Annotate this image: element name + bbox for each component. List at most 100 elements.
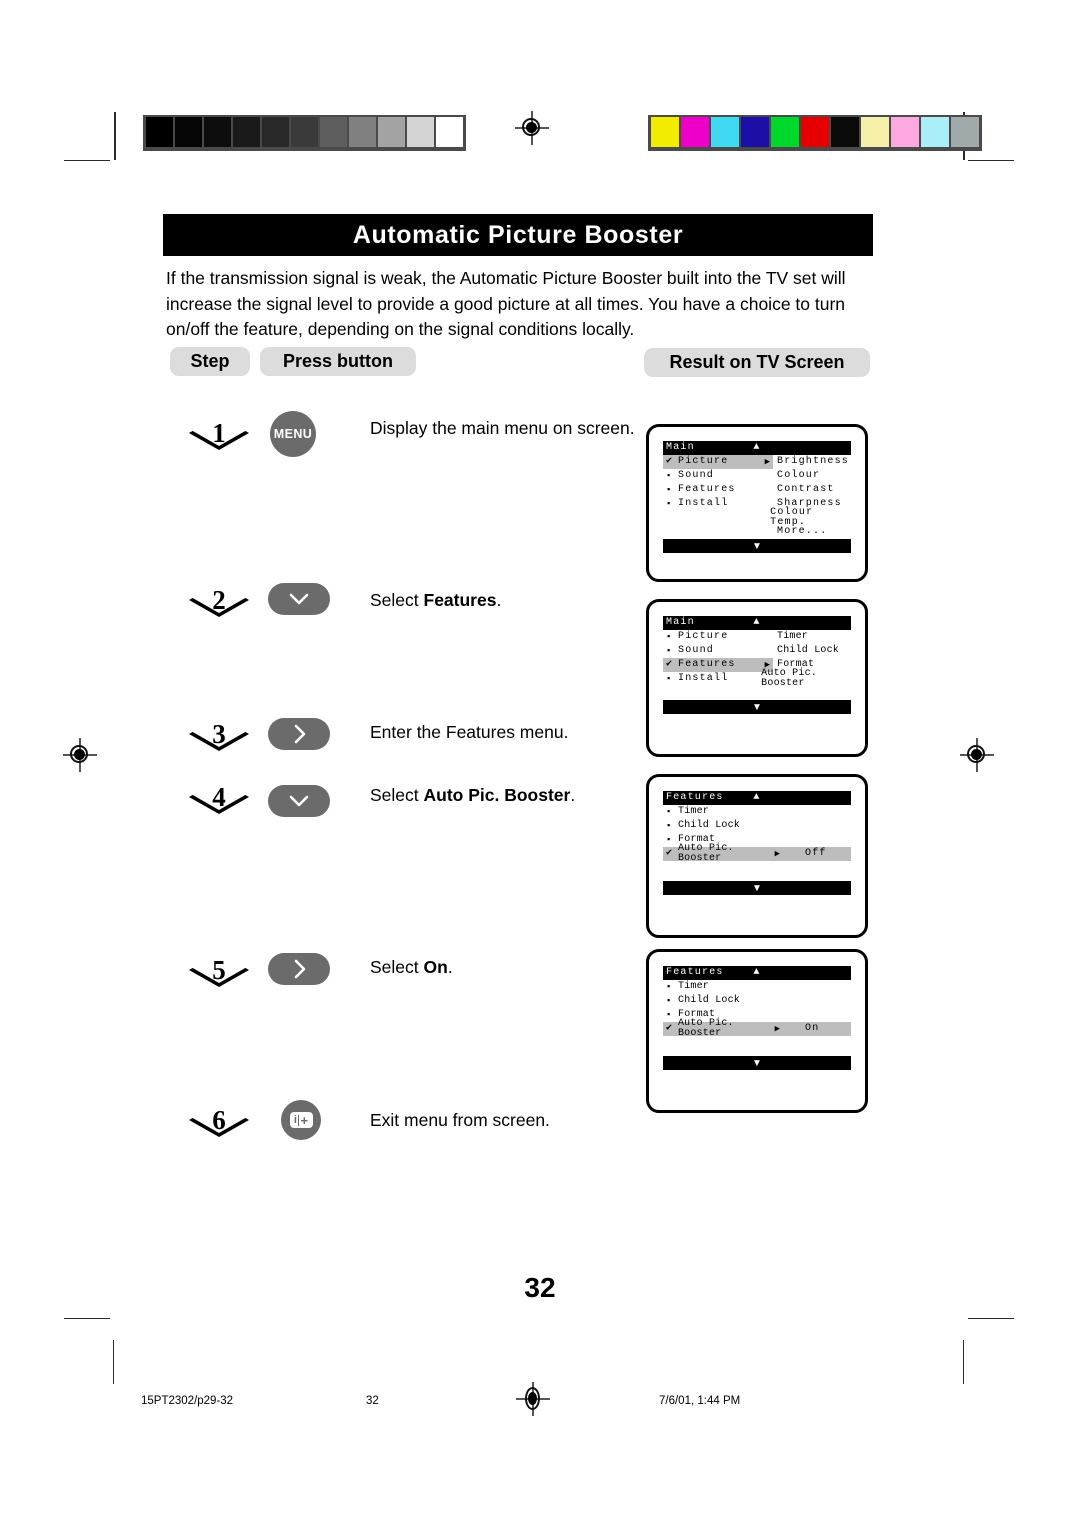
- step-description-suffix: .: [570, 785, 576, 805]
- step-number-badge: 1: [186, 413, 252, 453]
- cursor-right-button[interactable]: [268, 953, 330, 985]
- column-header-press-button: Press button: [260, 347, 416, 376]
- step-description-suffix: .: [496, 590, 502, 610]
- osd-row-label: Picture: [678, 456, 729, 467]
- calibration-swatch: [436, 117, 463, 147]
- calibration-swatch: [861, 117, 889, 147]
- cursor-down-button[interactable]: [268, 583, 330, 615]
- osd-row-left: ▪ Child Lock: [663, 994, 783, 1008]
- osd-row-label: Sound: [678, 470, 715, 481]
- calibration-swatch: [407, 117, 434, 147]
- osd-row[interactable]: ✔ Auto Pic. Booster ▶ On: [663, 1019, 851, 1039]
- osd-row-label: Child Lock: [678, 820, 741, 831]
- osd-row[interactable]: ▪ Timer: [663, 805, 851, 819]
- osd-row-marker-icon: ▪: [666, 807, 672, 817]
- osd-row[interactable]: ✔ Picture ▶ Brightness: [663, 455, 851, 469]
- scroll-up-arrow-icon: ▲: [753, 442, 761, 453]
- footer-timestamp: 7/6/01, 1:44 PM: [659, 1395, 741, 1407]
- osd-row-marker-icon: ▪: [666, 821, 672, 831]
- osd-menu-title: Features: [666, 967, 724, 978]
- osd-row-label: Picture: [678, 631, 729, 642]
- osd-title-bar: Main ▲: [663, 616, 851, 630]
- osd-row[interactable]: ▪ Sound Child Lock: [663, 644, 851, 658]
- calibration-swatch: [801, 117, 829, 147]
- calibration-swatch: [651, 117, 679, 147]
- osd-row-left: ▪ Timer: [663, 980, 783, 994]
- chevron-right-icon: [294, 724, 305, 744]
- step-description-emphasis: Auto Pic. Booster: [423, 785, 571, 805]
- osd-row-marker-icon: ▪: [666, 674, 672, 684]
- step-number: 2: [212, 584, 226, 615]
- calibration-swatch: [711, 117, 739, 147]
- column-header-result: Result on TV Screen: [644, 348, 870, 377]
- page-title-bar: Automatic Picture Booster: [163, 214, 873, 256]
- osd-menu: Features ▲ ▪ Timer ▪ Child Lock ▪ Format ✔ Auto P…: [663, 966, 851, 1039]
- osd-row-label: Auto Pic. Booster: [677, 843, 734, 864]
- osd-row[interactable]: ▪ Install Auto Pic. Booster: [663, 669, 851, 689]
- footer-rule-left: [113, 1340, 114, 1384]
- osd-row-marker-icon: ▪: [666, 499, 672, 509]
- osd-menu: Main ▲ ▪ Picture Timer ▪ Sound Child Lock ✔ Featu…: [663, 616, 851, 689]
- registration-mark-bottom: [516, 1382, 550, 1416]
- osd-row-left: ▪ Features: [663, 483, 773, 497]
- calibration-swatch: [146, 117, 173, 147]
- cursor-right-button[interactable]: [268, 718, 330, 750]
- tv-screen-screen-main-picture: Main ▲ ✔ Picture ▶ Brightness ▪ Sound Colour ▪ Fea…: [646, 424, 868, 582]
- scroll-up-arrow-icon: ▲: [753, 617, 761, 628]
- crop-mark-top-left: [114, 112, 116, 160]
- calibration-swatch: [378, 117, 405, 147]
- calibration-swatch: [891, 117, 919, 147]
- osd-row[interactable]: ▪ Child Lock: [663, 819, 851, 833]
- osd-row[interactable]: ▪ Sound Colour: [663, 469, 851, 483]
- menu-button[interactable]: MENU: [270, 411, 316, 457]
- step-number: 4: [212, 781, 226, 812]
- step-description-text: Exit menu from screen.: [370, 1110, 550, 1130]
- osd-row[interactable]: ✔ Auto Pic. Booster ▶ Off: [663, 843, 851, 864]
- osd-row-left: ✔ Auto Pic. Booster ▶: [663, 843, 783, 864]
- osd-row-marker-icon: ▪: [666, 996, 672, 1006]
- calibration-swatch: [349, 117, 376, 147]
- step-description-text: Select: [370, 785, 424, 805]
- osd-row-left: ✔ Auto Pic. Booster ▶: [663, 1019, 783, 1039]
- calibration-swatch: [175, 117, 202, 147]
- step-description: Enter the Features menu.: [370, 722, 568, 743]
- color-calibration-strip: [648, 115, 982, 151]
- osd-row-left: ▪ Install: [663, 497, 773, 511]
- osd-row[interactable]: ▪ Child Lock: [663, 994, 851, 1008]
- registration-mark-right: [960, 738, 994, 772]
- osd-row-left: ▪ Sound: [663, 644, 773, 658]
- osd-scroll-footer: ▼: [663, 1056, 851, 1070]
- osd-row-left: ▪ Install: [663, 672, 757, 686]
- osd-row-label: Timer: [678, 981, 710, 992]
- exit-info-button[interactable]: i +: [281, 1100, 321, 1140]
- step-description-text: Display the main menu on screen.: [370, 418, 635, 438]
- calibration-swatch: [771, 117, 799, 147]
- osd-row-left: ▪ Child Lock: [663, 819, 783, 833]
- osd-row[interactable]: ▪ Timer: [663, 980, 851, 994]
- osd-row-marker-icon: ▪: [666, 1010, 672, 1020]
- osd-scroll-footer: ▼: [663, 700, 851, 714]
- osd-menu: Features ▲ ▪ Timer ▪ Child Lock ▪ Format ✔ Auto P…: [663, 791, 851, 864]
- osd-row-marker-icon: ▪: [666, 485, 672, 495]
- osd-row[interactable]: More...: [663, 525, 851, 539]
- osd-row-label: Install: [678, 498, 729, 509]
- plus-glyph: +: [300, 1112, 309, 1128]
- chevron-right-icon: [294, 959, 305, 979]
- osd-row-left: ▪ Picture: [663, 630, 773, 644]
- calibration-swatch: [262, 117, 289, 147]
- chevron-down-icon: [289, 593, 309, 604]
- osd-row-value: On: [805, 1023, 820, 1034]
- osd-row[interactable]: Colour Temp.: [663, 508, 851, 528]
- reg-dot: [971, 749, 982, 760]
- chevron-down-icon: [289, 795, 309, 806]
- osd-row-value: Off: [805, 848, 827, 859]
- step-description: Display the main menu on screen.: [370, 418, 635, 439]
- step-description-text: Select: [370, 590, 424, 610]
- osd-row-value: Timer: [777, 631, 809, 642]
- osd-row[interactable]: ▪ Features Contrast: [663, 483, 851, 497]
- osd-row-marker-icon: ▪: [666, 835, 672, 845]
- osd-row[interactable]: ▪ Picture Timer: [663, 630, 851, 644]
- cursor-down-button[interactable]: [268, 785, 330, 817]
- calibration-swatch: [291, 117, 318, 147]
- scroll-down-arrow-icon: ▼: [752, 1057, 762, 1069]
